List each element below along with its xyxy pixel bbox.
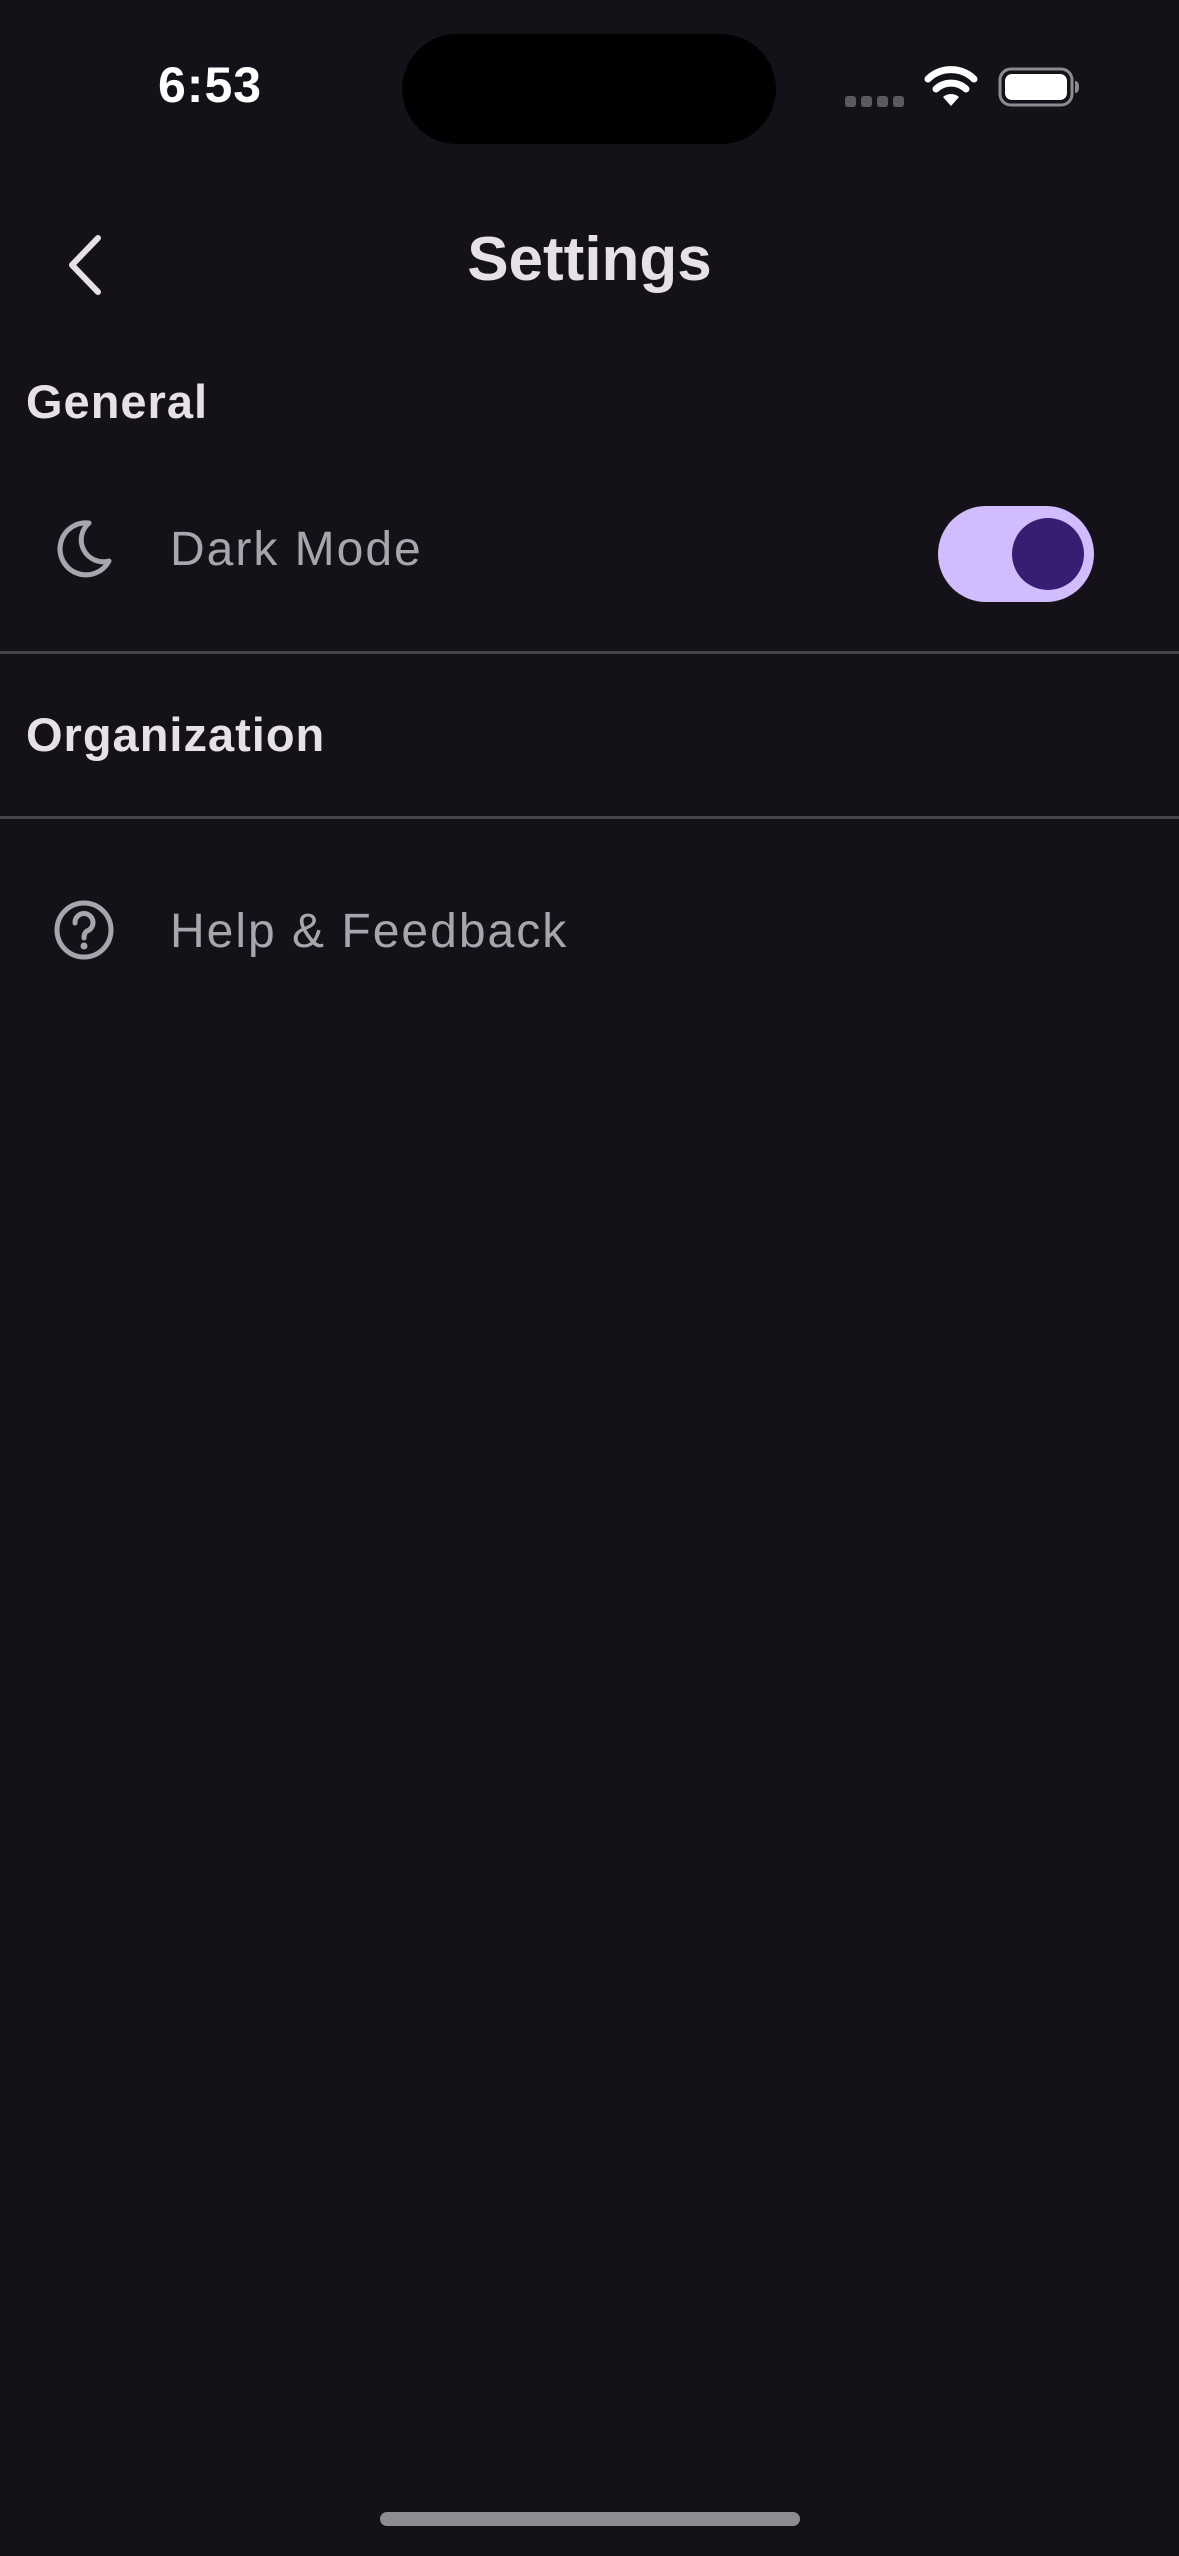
status-bar: 6:53	[0, 0, 1179, 170]
page-title: Settings	[467, 225, 712, 294]
status-time: 6:53	[158, 57, 263, 113]
dark-mode-row[interactable]: Dark Mode	[0, 476, 1179, 616]
toggle-thumb	[1012, 518, 1084, 590]
help-feedback-row[interactable]: Help & Feedback	[0, 858, 1179, 998]
app-bar: Settings	[0, 200, 1179, 325]
divider	[0, 816, 1179, 819]
battery-icon	[998, 67, 1079, 107]
dark-mode-label: Dark Mode	[170, 523, 423, 576]
section-header-general: General	[26, 375, 209, 428]
dynamic-island	[402, 34, 776, 144]
dark-mode-toggle[interactable]	[938, 506, 1094, 602]
divider	[0, 651, 1179, 654]
moon-icon	[57, 520, 112, 578]
home-indicator[interactable]	[380, 2512, 800, 2526]
signal-icon	[845, 96, 905, 108]
wifi-icon	[924, 66, 978, 106]
section-header-organization: Organization	[26, 708, 326, 761]
help-circle-icon	[54, 900, 114, 960]
help-feedback-label: Help & Feedback	[170, 905, 569, 958]
